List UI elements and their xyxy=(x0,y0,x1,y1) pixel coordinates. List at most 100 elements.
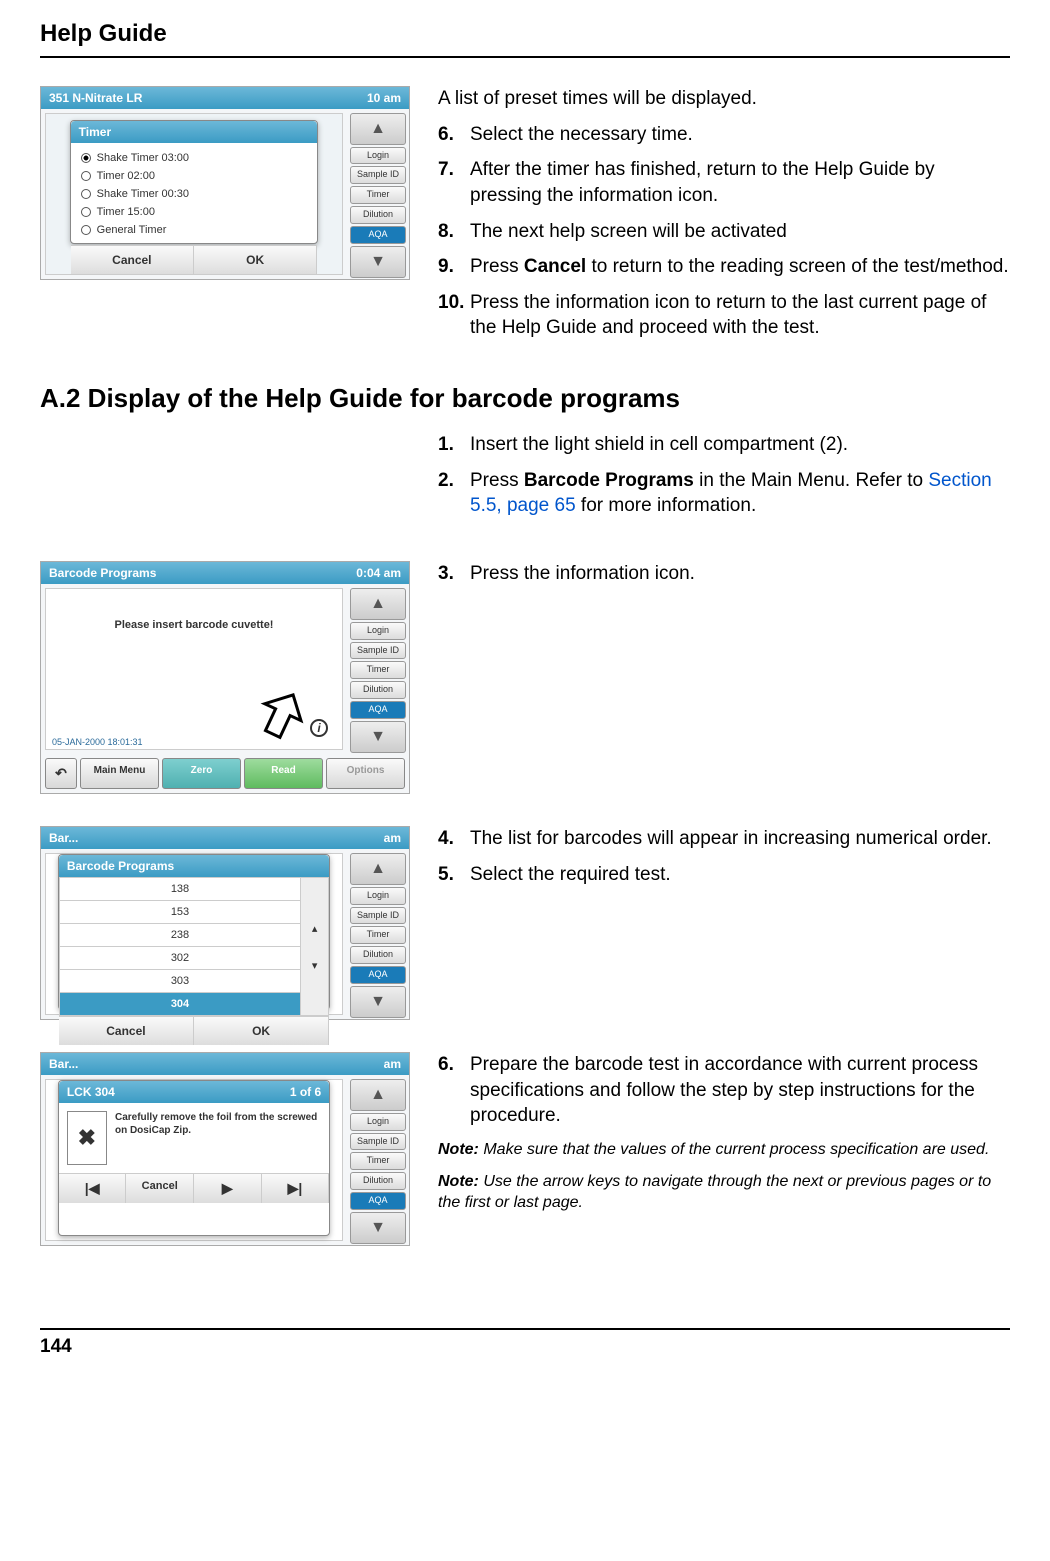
step-num: 6. xyxy=(438,122,470,148)
section-a2-heading: A.2 Display of the Help Guide for barcod… xyxy=(40,383,1010,414)
timer-opt[interactable]: General Timer xyxy=(97,224,167,236)
timer-button[interactable]: Timer xyxy=(350,1152,406,1170)
next-button[interactable]: ▶ xyxy=(194,1174,262,1203)
shot2-time: 0:04 am xyxy=(356,566,401,580)
step-num: 3. xyxy=(438,561,470,587)
cancel-button[interactable]: Cancel xyxy=(59,1017,194,1045)
radio-icon[interactable] xyxy=(81,189,91,199)
instruction-image-icon: ✖ xyxy=(67,1111,107,1165)
timer-button[interactable]: Timer xyxy=(350,186,406,204)
step-body: The list for barcodes will appear in inc… xyxy=(470,826,1010,852)
ok-button[interactable]: OK xyxy=(194,246,317,274)
step-num: 10. xyxy=(438,290,470,341)
step-body: Prepare the barcode test in accordance w… xyxy=(470,1052,1010,1129)
step-num: 9. xyxy=(438,254,470,280)
first-button[interactable]: |◀ xyxy=(59,1174,127,1203)
note-1: Note: Make sure that the values of the c… xyxy=(438,1139,1010,1161)
radio-icon[interactable] xyxy=(81,171,91,181)
options-button[interactable]: Options xyxy=(326,758,405,789)
timer-opt[interactable]: Shake Timer 03:00 xyxy=(97,152,189,164)
shot1-title: 351 N-Nitrate LR xyxy=(49,91,142,105)
step-body: After the timer has finished, return to … xyxy=(470,157,1010,208)
aqa-button[interactable]: AQA xyxy=(350,701,406,719)
step-num: 2. xyxy=(438,468,470,519)
sampleid-button[interactable]: Sample ID xyxy=(350,1133,406,1151)
step-body: Select the required test. xyxy=(470,862,1010,888)
back-button[interactable]: ↶ xyxy=(45,758,77,789)
aqa-button[interactable]: AQA xyxy=(350,226,406,244)
dilution-button[interactable]: Dilution xyxy=(350,1172,406,1190)
login-button[interactable]: Login xyxy=(350,147,406,165)
timer-opt[interactable]: Timer 02:00 xyxy=(97,170,155,182)
shot1-time: 10 am xyxy=(367,91,401,105)
main-menu-button[interactable]: Main Menu xyxy=(80,758,159,789)
step-body: Select the necessary time. xyxy=(470,122,1010,148)
aqa-button[interactable]: AQA xyxy=(350,1192,406,1210)
login-button[interactable]: Login xyxy=(350,622,406,640)
note-2: Note: Use the arrow keys to navigate thr… xyxy=(438,1171,1010,1214)
login-button[interactable]: Login xyxy=(350,887,406,905)
dilution-button[interactable]: Dilution xyxy=(350,681,406,699)
ok-button[interactable]: OK xyxy=(194,1017,329,1045)
step-body: Press Barcode Programs in the Main Menu.… xyxy=(470,468,1010,519)
sampleid-button[interactable]: Sample ID xyxy=(350,642,406,660)
login-button[interactable]: Login xyxy=(350,1113,406,1131)
timer-opt[interactable]: Timer 15:00 xyxy=(97,206,155,218)
step-num: 8. xyxy=(438,219,470,245)
row-shot3: Bar...am Barcode Programs 138▴▾ 153 238 … xyxy=(40,826,1010,1020)
sampleid-button[interactable]: Sample ID xyxy=(350,166,406,184)
list-item[interactable]: 138 xyxy=(59,878,300,901)
down-arrow-icon[interactable]: ▼ xyxy=(350,986,406,1018)
step-body: Press the information icon to return to … xyxy=(470,290,1010,341)
down-arrow-icon[interactable]: ▼ xyxy=(350,721,406,753)
last-button[interactable]: ▶| xyxy=(262,1174,330,1203)
cancel-button[interactable]: Cancel xyxy=(71,246,194,274)
instruction-text: Carefully remove the foil from the screw… xyxy=(115,1111,321,1165)
shot2-title: Barcode Programs xyxy=(49,566,156,580)
dilution-button[interactable]: Dilution xyxy=(350,946,406,964)
intro-text: A list of preset times will be displayed… xyxy=(438,86,1010,112)
lck-pageof: 1 of 6 xyxy=(290,1085,321,1099)
sampleid-button[interactable]: Sample ID xyxy=(350,907,406,925)
step-num: 1. xyxy=(438,432,470,458)
footer-rule xyxy=(40,1328,1010,1330)
header-rule xyxy=(40,56,1010,58)
down-arrow-icon[interactable]: ▼ xyxy=(350,1212,406,1244)
radio-icon[interactable] xyxy=(81,207,91,217)
up-arrow-icon[interactable]: ▲ xyxy=(350,853,406,885)
step-body: Press Cancel to return to the reading sc… xyxy=(470,254,1010,280)
list-item[interactable]: 303 xyxy=(59,970,300,993)
page-header: Help Guide xyxy=(40,20,1010,48)
read-button[interactable]: Read xyxy=(244,758,323,789)
zero-button[interactable]: Zero xyxy=(162,758,241,789)
step-body: The next help screen will be activated xyxy=(470,219,1010,245)
step-body: Press the information icon. xyxy=(470,561,1010,587)
scrollbar[interactable]: ▴▾ xyxy=(301,878,329,1016)
timer-dialog-title: Timer xyxy=(71,121,318,143)
dilution-button[interactable]: Dilution xyxy=(350,206,406,224)
cancel-button[interactable]: Cancel xyxy=(126,1174,194,1203)
radio-icon[interactable] xyxy=(81,153,91,163)
down-arrow-icon[interactable]: ▼ xyxy=(350,246,406,278)
list-item[interactable]: 302 xyxy=(59,947,300,970)
arrow-annotation-icon xyxy=(244,684,304,744)
screenshot-timer: 351 N-Nitrate LR 10 am Timer Shake Timer … xyxy=(40,86,410,280)
timer-opt[interactable]: Shake Timer 00:30 xyxy=(97,188,189,200)
list-item[interactable]: 238 xyxy=(59,924,300,947)
up-arrow-icon[interactable]: ▲ xyxy=(350,588,406,620)
step-num: 7. xyxy=(438,157,470,208)
step-body: Insert the light shield in cell compartm… xyxy=(470,432,1010,458)
information-icon[interactable]: i xyxy=(310,719,328,737)
row-timer: 351 N-Nitrate LR 10 am Timer Shake Timer … xyxy=(40,86,1010,351)
row-shot2: Barcode Programs0:04 am Please insert ba… xyxy=(40,561,1010,794)
step-num: 5. xyxy=(438,862,470,888)
up-arrow-icon[interactable]: ▲ xyxy=(350,113,406,145)
list-item-selected[interactable]: 304 xyxy=(59,993,300,1016)
aqa-button[interactable]: AQA xyxy=(350,966,406,984)
step-num: 6. xyxy=(438,1052,470,1129)
list-item[interactable]: 153 xyxy=(59,901,300,924)
up-arrow-icon[interactable]: ▲ xyxy=(350,1079,406,1111)
radio-icon[interactable] xyxy=(81,225,91,235)
timer-button[interactable]: Timer xyxy=(350,926,406,944)
timer-button[interactable]: Timer xyxy=(350,661,406,679)
